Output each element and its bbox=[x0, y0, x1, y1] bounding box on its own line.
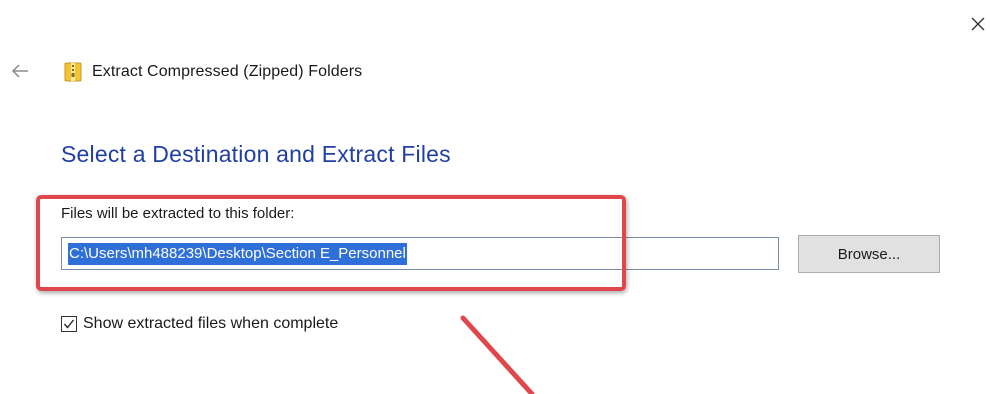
window-title-bar: Extract Compressed (Zipped) Folders bbox=[64, 60, 362, 84]
close-icon bbox=[971, 17, 985, 31]
destination-label: Files will be extracted to this folder: bbox=[61, 205, 295, 222]
browse-button[interactable]: Browse... bbox=[798, 235, 940, 273]
window-title: Extract Compressed (Zipped) Folders bbox=[92, 63, 363, 80]
extract-dialog: Extract Compressed (Zipped) Folders Sele… bbox=[0, 0, 990, 394]
show-files-checkbox-label: Show extracted files when complete bbox=[83, 315, 339, 332]
page-heading: Select a Destination and Extract Files bbox=[61, 141, 451, 167]
zip-folder-icon bbox=[64, 62, 82, 82]
back-button[interactable] bbox=[8, 61, 32, 81]
arrow-left-icon bbox=[11, 64, 28, 78]
destination-path-value: C:\Users\mh488239\Desktop\Section E_Pers… bbox=[68, 242, 407, 265]
checkmark-icon bbox=[63, 319, 75, 329]
close-button[interactable] bbox=[966, 12, 990, 36]
show-files-checkbox[interactable] bbox=[61, 316, 77, 332]
destination-path-input[interactable]: C:\Users\mh488239\Desktop\Section E_Pers… bbox=[61, 237, 779, 270]
show-files-checkbox-row[interactable]: Show extracted files when complete bbox=[61, 315, 338, 333]
